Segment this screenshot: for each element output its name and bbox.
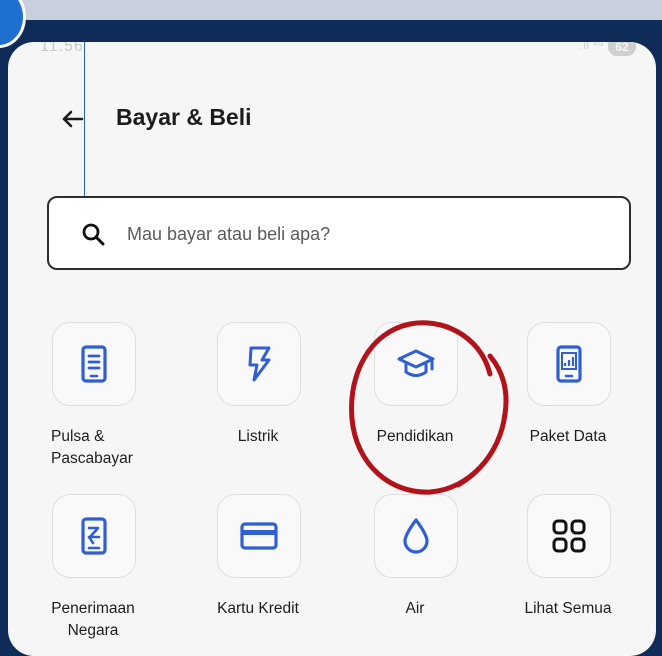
menu-item-pendidikan[interactable]: Pendidikan [345, 322, 485, 472]
graduation-cap-icon [397, 349, 435, 377]
grid-icon [552, 519, 586, 553]
status-bar: 11.56 .ıl ⁴ᴳ .ıl 62 [8, 42, 656, 64]
corner-badge [0, 0, 26, 48]
search-box[interactable] [47, 196, 631, 270]
menu-item-label: Paket Data [529, 428, 607, 445]
tile-icon-box [374, 322, 458, 406]
menu-item-label: Lihat Semua [524, 600, 612, 617]
top-band [0, 0, 662, 20]
menu-item-lihat-semua[interactable]: Lihat Semua [498, 494, 638, 644]
phone-chart-icon [556, 345, 582, 383]
status-time: 11.56 [40, 42, 84, 55]
search-input[interactable] [125, 217, 589, 251]
menu-item-pulsa[interactable]: Pulsa & Pascabayar [23, 322, 163, 472]
menu-item-paket-data[interactable]: Paket Data [498, 322, 638, 472]
phone-document-icon [81, 345, 107, 383]
phone-screen: 11.56 .ıl ⁴ᴳ .ıl 62 Bayar & Beli Pulsa &… [8, 42, 656, 656]
menu-item-label: Penerimaan Negara [51, 600, 135, 639]
tile-icon-box [217, 322, 301, 406]
battery-indicator: 62 [608, 42, 636, 56]
tile-icon-box [527, 494, 611, 578]
menu-item-listrik[interactable]: Listrik [188, 322, 328, 472]
tile-icon-box [374, 494, 458, 578]
page-title: Bayar & Beli [116, 104, 252, 130]
tile-icon-box [52, 322, 136, 406]
menu-item-label: Air [405, 600, 425, 617]
water-drop-icon [403, 518, 429, 554]
menu-item-kartu-kredit[interactable]: Kartu Kredit [188, 494, 328, 644]
menu-grid: Pulsa & Pascabayar Listrik Pendidikan Pa… [8, 322, 656, 652]
tile-icon-box [217, 494, 301, 578]
government-receipt-icon [81, 517, 107, 555]
menu-item-penerimaan-negara[interactable]: Penerimaan Negara [23, 494, 163, 644]
menu-item-label: Pendidikan [376, 428, 454, 445]
lightning-icon [248, 346, 271, 382]
tile-icon-box [527, 322, 611, 406]
search-icon [82, 223, 105, 246]
credit-card-icon [240, 522, 278, 550]
arrow-left-icon[interactable] [58, 104, 88, 134]
menu-item-label: Kartu Kredit [217, 600, 299, 617]
menu-item-air[interactable]: Air [345, 494, 485, 644]
tile-icon-box [52, 494, 136, 578]
menu-item-label: Listrik [237, 428, 279, 445]
